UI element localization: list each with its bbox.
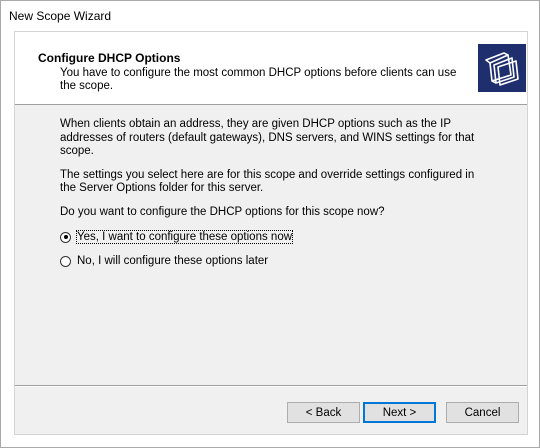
radio-button-selected[interactable] — [60, 231, 71, 243]
page-title: Configure DHCP Options — [38, 51, 181, 65]
question-text: Do you want to configure the DHCP option… — [60, 205, 385, 218]
description-paragraph-1: When clients obtain an address, they are… — [60, 118, 475, 157]
window-title: New Scope Wizard — [9, 9, 112, 23]
next-button[interactable]: Next > — [363, 402, 436, 423]
radio-option-no-label[interactable]: No, I will configure these options later — [77, 255, 268, 267]
wizard-pages-icon — [478, 44, 526, 92]
description-paragraph-2: The settings you select here are for thi… — [60, 168, 475, 195]
footer-divider — [15, 385, 527, 387]
title-bar[interactable]: New Scope Wizard — [1, 1, 539, 31]
back-button[interactable]: < Back — [287, 402, 360, 423]
radio-option-yes-label[interactable]: Yes, I want to configure these options n… — [75, 230, 294, 244]
wizard-body: When clients obtain an address, they are… — [60, 118, 480, 229]
wizard-window: New Scope Wizard Configure DHCP Options … — [0, 0, 540, 448]
wizard-page: Configure DHCP Options You have to confi… — [14, 31, 528, 435]
radio-button-unselected[interactable] — [60, 255, 71, 267]
radio-option-yes[interactable]: Yes, I want to configure these options n… — [60, 229, 294, 245]
cancel-button[interactable]: Cancel — [446, 402, 519, 423]
page-subtitle: You have to configure the most common DH… — [60, 67, 457, 92]
wizard-header: Configure DHCP Options You have to confi… — [15, 32, 527, 105]
radio-option-no[interactable]: No, I will configure these options later — [60, 253, 268, 269]
